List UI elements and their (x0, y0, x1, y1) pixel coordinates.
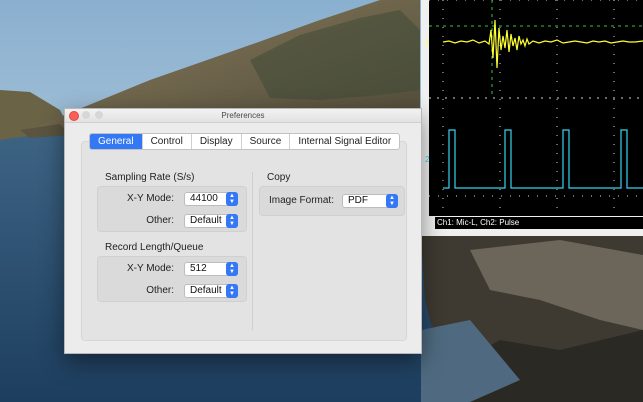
title-bar[interactable]: Preferences (65, 109, 421, 123)
chevron-updown-icon: ▲ ▼ (226, 284, 238, 298)
scope-caption: Ch1: Mic-L, Ch2: Pulse (435, 217, 643, 229)
ch1-trace (442, 19, 643, 69)
settings-panel: Sampling Rate (S/s) X-Y Mode: 44100 ▲ ▼ O… (81, 141, 407, 341)
chevron-updown-icon: ▲ ▼ (386, 194, 398, 208)
scope-grid (429, 0, 643, 216)
sampling-xy-value: 44100 (190, 193, 218, 204)
record-length-title: Record Length/Queue (105, 242, 204, 253)
record-other-label: Other: (146, 285, 174, 296)
scope-display (429, 0, 643, 216)
tab-control[interactable]: Control (141, 134, 191, 149)
minimize-button[interactable] (82, 111, 90, 119)
ch2-trace (443, 129, 643, 189)
scope-traces (429, 0, 643, 216)
sampling-rate-title: Sampling Rate (S/s) (105, 172, 195, 183)
close-button[interactable] (69, 111, 79, 121)
record-other-value: Default (190, 285, 222, 296)
tab-bar: General Control Display Source Internal … (89, 133, 401, 150)
sampling-other-popup[interactable]: Default ▲ ▼ (184, 214, 238, 228)
image-format-label: Image Format: (268, 195, 334, 206)
zoom-button[interactable] (95, 111, 103, 119)
sampling-other-label: Other: (146, 215, 174, 226)
chevron-updown-icon: ▲ ▼ (226, 262, 238, 276)
sampling-rate-group: X-Y Mode: 44100 ▲ ▼ Other: Default ▲ ▼ (97, 186, 247, 232)
image-format-popup[interactable]: PDF ▲ ▼ (342, 194, 398, 208)
sampling-xy-popup[interactable]: 44100 ▲ ▼ (184, 192, 238, 206)
ch1-label: 1 (425, 38, 430, 47)
tab-internal-signal-editor[interactable]: Internal Signal Editor (289, 134, 399, 149)
image-format-value: PDF (348, 195, 368, 206)
tab-general[interactable]: General (90, 134, 142, 149)
tab-display[interactable]: Display (190, 134, 241, 149)
copy-group: Image Format: PDF ▲ ▼ (259, 186, 405, 216)
record-xy-popup[interactable]: 512 ▲ ▼ (184, 262, 238, 276)
oscilloscope-window (421, 0, 643, 236)
ch2-label: 2 (425, 155, 430, 164)
preferences-window: Preferences Sampling Rate (S/s) X-Y Mode… (64, 108, 422, 354)
record-other-popup[interactable]: Default ▲ ▼ (184, 284, 238, 298)
sampling-xy-label: X-Y Mode: (126, 193, 174, 204)
tab-source[interactable]: Source (240, 134, 290, 149)
record-xy-label: X-Y Mode: (126, 263, 174, 274)
record-xy-value: 512 (190, 263, 207, 274)
window-title: Preferences (221, 111, 265, 120)
record-length-group: X-Y Mode: 512 ▲ ▼ Other: Default ▲ ▼ (97, 256, 247, 302)
sampling-other-value: Default (190, 215, 222, 226)
scope-trigger-lines (429, 0, 643, 98)
chevron-updown-icon: ▲ ▼ (226, 214, 238, 228)
chevron-updown-icon: ▲ ▼ (226, 192, 238, 206)
section-divider (252, 172, 253, 330)
copy-title: Copy (267, 172, 291, 183)
